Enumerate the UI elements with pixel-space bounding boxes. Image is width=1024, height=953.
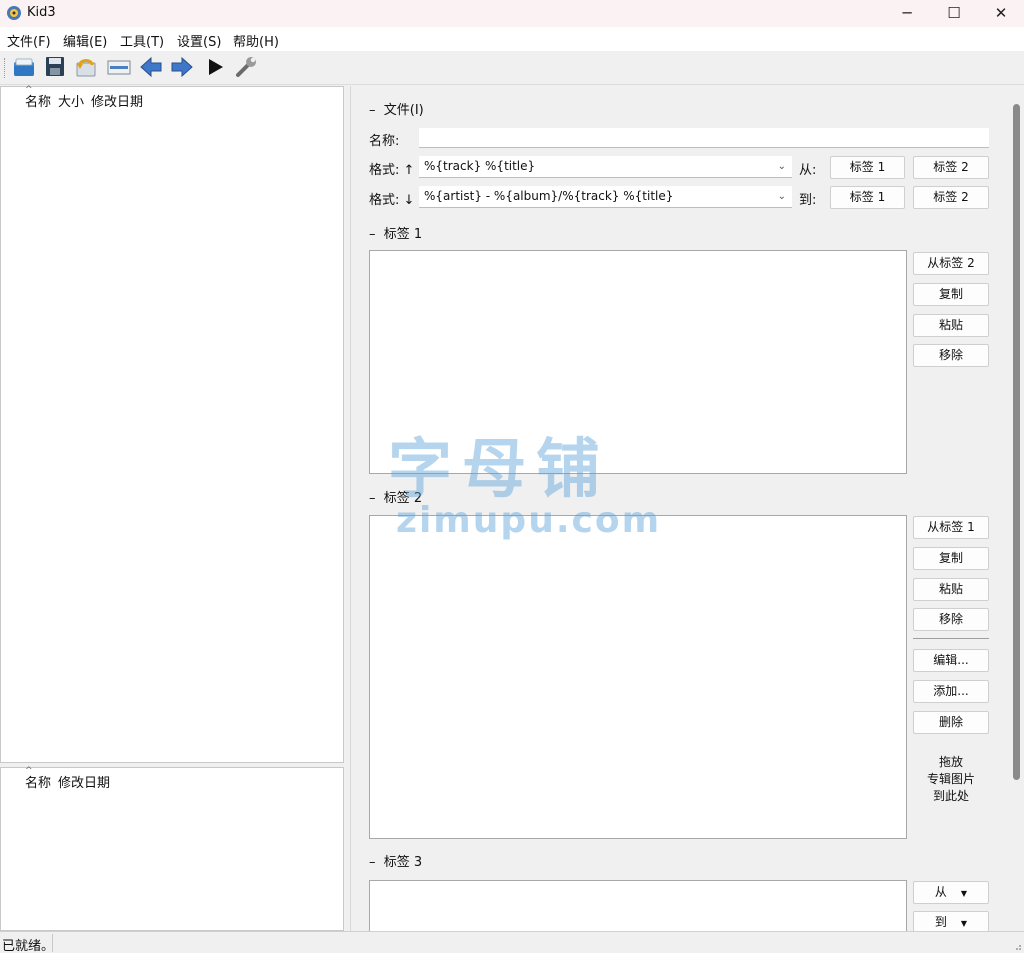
- button-divider: [913, 638, 989, 639]
- next-file-button[interactable]: [170, 56, 196, 80]
- file-list[interactable]: ^ 名称 大小 修改日期: [0, 85, 344, 763]
- column-header-size[interactable]: 大小: [58, 91, 84, 110]
- format-to-tag-combo[interactable]: %{artist} - %{album}/%{track} %{title} ⌄: [419, 186, 792, 208]
- play-button[interactable]: [203, 56, 229, 80]
- tag1-remove-button[interactable]: 移除: [913, 344, 989, 367]
- save-button[interactable]: [43, 56, 69, 80]
- file-section-title: 文件(I): [383, 103, 424, 118]
- format-to-tag-value: %{artist} - %{album}/%{track} %{title}: [424, 189, 674, 203]
- open-folder-button[interactable]: [12, 56, 38, 80]
- toolbar: [0, 51, 1024, 85]
- tag2-remove-button[interactable]: 移除: [913, 608, 989, 631]
- tag2-from-tag1-button[interactable]: 从标签 1: [913, 516, 989, 539]
- format-up-label: 格式: ↑: [369, 163, 415, 178]
- tag1-from-tag2-button[interactable]: 从标签 2: [913, 252, 989, 275]
- tag1-section-title: 标签 1: [383, 227, 423, 242]
- dropdown-arrow-icon: ▼: [960, 919, 968, 928]
- previous-file-button[interactable]: [139, 56, 165, 80]
- from-label: 从:: [799, 163, 817, 178]
- tag2-paste-button[interactable]: 粘贴: [913, 578, 989, 601]
- title-bar: Kid3 ─ ☐ ✕: [0, 0, 1024, 27]
- tag-panel-button[interactable]: [107, 56, 133, 80]
- maximize-icon: ☐: [947, 4, 961, 22]
- filename-from-tag2-button[interactable]: 标签 2: [913, 156, 989, 179]
- column-header-name[interactable]: 名称: [25, 772, 51, 791]
- dropdown-arrow-icon: ▼: [960, 889, 968, 898]
- chevron-down-icon: ⌄: [777, 191, 786, 202]
- resize-grip-icon[interactable]: [1012, 941, 1022, 951]
- close-icon: ✕: [994, 4, 1008, 22]
- tag1-paste-button[interactable]: 粘贴: [913, 314, 989, 337]
- format-down-label: 格式: ↓: [369, 193, 415, 208]
- menu-help[interactable]: 帮助(H): [233, 31, 279, 50]
- directory-list[interactable]: ^ 名称 修改日期: [0, 766, 344, 931]
- revert-button[interactable]: [74, 56, 100, 80]
- tag3-frame-table[interactable]: [369, 880, 907, 931]
- filename-input[interactable]: [419, 128, 989, 148]
- tag1-copy-button[interactable]: 复制: [913, 283, 989, 306]
- chevron-down-icon: ⌄: [777, 161, 786, 172]
- tag2-frame-table[interactable]: [369, 515, 907, 839]
- minimize-button[interactable]: ─: [884, 0, 930, 27]
- menu-settings[interactable]: 设置(S): [177, 31, 221, 50]
- menu-bar: 文件(F) 编辑(E) 工具(T) 设置(S) 帮助(H): [0, 27, 1024, 51]
- previous-arrow-icon: [140, 56, 162, 78]
- column-header-name[interactable]: 名称: [25, 91, 51, 110]
- minimize-icon: ─: [902, 4, 912, 22]
- status-separator: [52, 934, 53, 952]
- format-from-tag-value: %{track} %{title}: [424, 159, 536, 173]
- delete-picture-button[interactable]: 删除: [913, 711, 989, 734]
- menu-tools[interactable]: 工具(T): [120, 31, 164, 50]
- tag1-from-filename-button[interactable]: 标签 1: [830, 186, 905, 209]
- watermark-url: zimupu.com: [396, 500, 662, 541]
- revert-icon: [76, 59, 96, 77]
- tag1-section-toggle[interactable]: – 标签 1: [369, 223, 422, 242]
- to-label: 到:: [799, 193, 817, 208]
- name-label: 名称:: [369, 134, 400, 149]
- tag3-from-label: 从: [934, 885, 947, 899]
- tag3-from-menu-button[interactable]: 从 ▼: [913, 881, 989, 904]
- kid3-app-icon: [7, 6, 21, 20]
- tag2-copy-button[interactable]: 复制: [913, 547, 989, 570]
- edit-picture-button[interactable]: 编辑...: [913, 649, 989, 672]
- open-folder-icon: [14, 58, 34, 76]
- column-header-modified[interactable]: 修改日期: [58, 772, 110, 791]
- menu-file[interactable]: 文件(F): [7, 31, 51, 50]
- tag-panel-icon: [107, 60, 131, 75]
- file-section-toggle[interactable]: – 文件(I): [369, 99, 424, 118]
- album-art-drop-zone[interactable]: 拖放 专辑图片 到此处: [913, 754, 989, 805]
- tag3-to-label: 到: [934, 915, 947, 929]
- tag3-section-toggle[interactable]: – 标签 3: [369, 851, 422, 870]
- tag3-section-title: 标签 3: [383, 855, 423, 870]
- column-header-modified[interactable]: 修改日期: [91, 91, 143, 110]
- menu-edit[interactable]: 编辑(E): [63, 31, 107, 50]
- window-title: Kid3: [27, 5, 56, 20]
- settings-button[interactable]: [234, 56, 260, 80]
- drop-text-line: 拖放: [938, 755, 963, 769]
- toolbar-handle[interactable]: [4, 58, 6, 78]
- status-bar: 已就绪。: [0, 931, 1024, 953]
- save-icon: [46, 57, 64, 76]
- add-picture-button[interactable]: 添加...: [913, 680, 989, 703]
- drop-text-line: 专辑图片: [926, 772, 975, 786]
- watermark-text: 字母铺: [388, 433, 610, 507]
- format-from-tag-combo[interactable]: %{track} %{title} ⌄: [419, 156, 792, 178]
- tag2-from-filename-button[interactable]: 标签 2: [913, 186, 989, 209]
- drop-text-line: 到此处: [932, 789, 969, 803]
- next-arrow-icon: [171, 56, 193, 78]
- vertical-scrollbar[interactable]: [1013, 104, 1020, 780]
- status-text: 已就绪。: [2, 939, 55, 953]
- play-icon: [209, 59, 223, 75]
- close-button[interactable]: ✕: [978, 0, 1024, 27]
- maximize-button[interactable]: ☐: [931, 0, 977, 27]
- settings-wrench-icon: [236, 57, 256, 77]
- filename-from-tag1-button[interactable]: 标签 1: [830, 156, 905, 179]
